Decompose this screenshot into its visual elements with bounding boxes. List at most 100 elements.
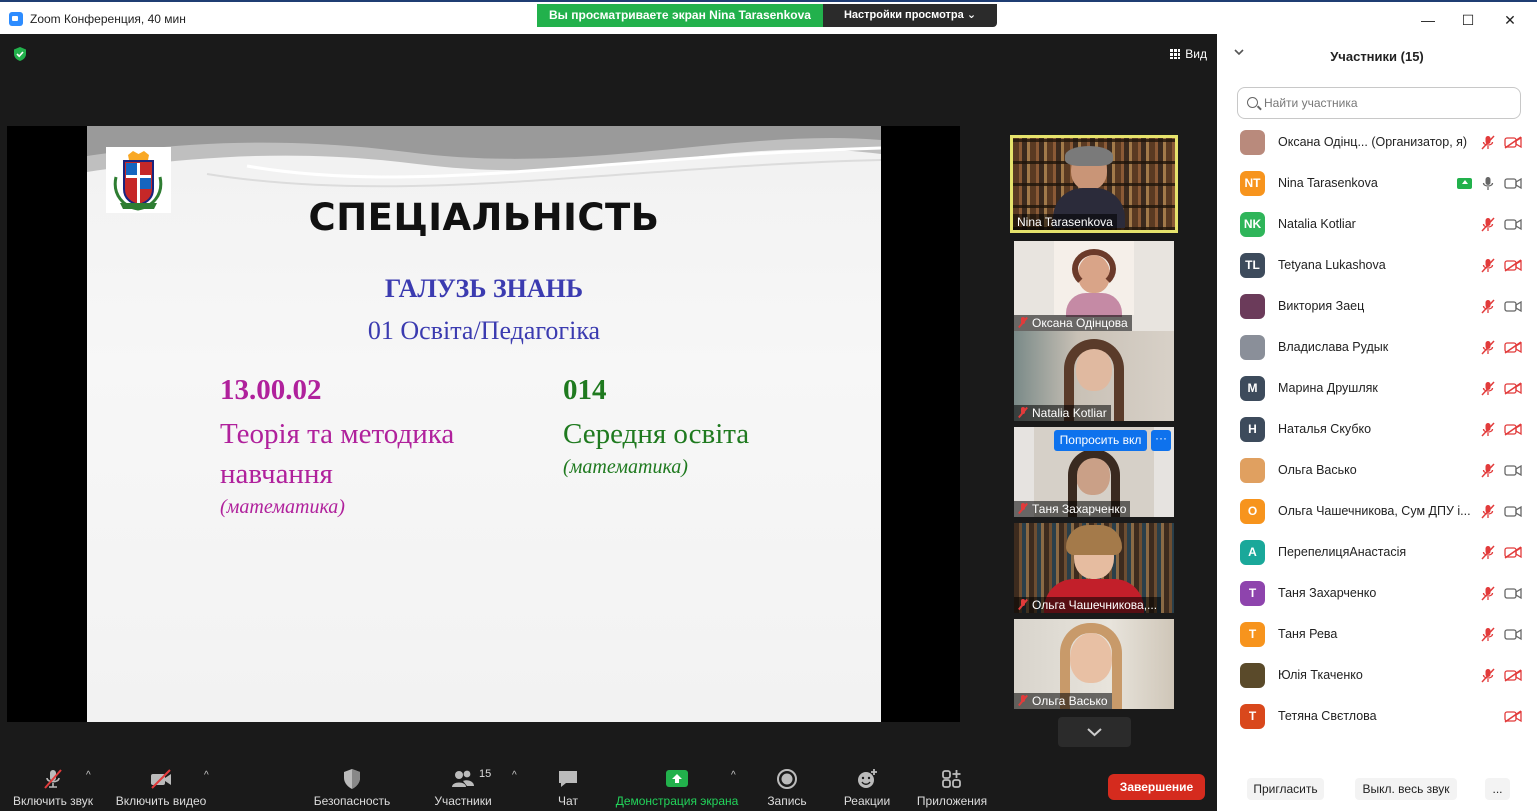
participant-row[interactable]: O Ольга Чашечникова, Сум ДПУ і... [1217, 491, 1537, 532]
encryption-shield-icon[interactable] [12, 46, 28, 62]
camera-off-icon[interactable] [1504, 546, 1522, 559]
video-options-caret-icon[interactable]: ^ [204, 770, 209, 781]
mic-muted-icon[interactable] [1481, 545, 1495, 560]
participant-row[interactable]: T Тетяна Свєтлова [1217, 696, 1537, 737]
participant-search-input[interactable] [1264, 94, 1514, 112]
reactions-button[interactable]: Реакции [836, 756, 898, 811]
zoom-app-icon [9, 12, 23, 26]
video-tile[interactable]: Оксана Одінцова [1014, 241, 1174, 331]
participant-avatar: NK [1240, 212, 1265, 237]
camera-icon[interactable] [1504, 505, 1522, 518]
participants-count: 15 [479, 768, 492, 780]
video-strip-scroll-down-button[interactable] [1058, 717, 1131, 747]
window-title: Zoom Конференция, 40 мин [30, 12, 186, 26]
view-button[interactable]: Вид [1170, 47, 1207, 61]
maximize-button[interactable]: ☐ [1458, 10, 1478, 30]
participants-options-caret-icon[interactable]: ^ [512, 770, 517, 781]
camera-off-icon[interactable] [1504, 710, 1522, 723]
video-tile[interactable]: Ольга Васько [1014, 619, 1174, 709]
record-icon [777, 769, 797, 789]
record-button[interactable]: Запись [760, 756, 814, 811]
video-tile[interactable]: Natalia Kotliar [1014, 331, 1174, 421]
participant-row[interactable]: Н Наталья Скубко [1217, 409, 1537, 450]
participant-search-box[interactable] [1237, 87, 1521, 119]
video-tile-active-speaker[interactable]: Nina Tarasenkova [1010, 135, 1178, 233]
camera-icon[interactable] [1504, 218, 1522, 231]
participant-row[interactable]: TL Tetyana Lukashova [1217, 245, 1537, 286]
invite-button[interactable]: Пригласить [1247, 778, 1324, 800]
camera-off-icon[interactable] [1504, 136, 1522, 149]
camera-off-icon[interactable] [1504, 341, 1522, 354]
participant-row[interactable]: Оксана Одінц... (Организатор, я) [1217, 122, 1537, 163]
mic-muted-icon [1018, 407, 1028, 418]
share-screen-button[interactable]: Демонстрация экрана [612, 756, 742, 811]
participant-name: Тетяна Свєтлова [1278, 709, 1377, 723]
participant-row[interactable]: Владислава Рудык [1217, 327, 1537, 368]
camera-off-icon[interactable] [1504, 669, 1522, 682]
participant-row[interactable]: T Таня Захарченко [1217, 573, 1537, 614]
security-button[interactable]: Безопасность [308, 756, 396, 811]
mic-muted-icon[interactable] [1481, 668, 1495, 683]
participant-name: Наталья Скубко [1278, 422, 1372, 436]
mic-muted-icon[interactable] [1481, 299, 1495, 314]
end-meeting-button[interactable]: Завершение [1108, 774, 1205, 800]
mic-muted-icon[interactable] [1481, 627, 1495, 642]
minimize-button[interactable]: — [1418, 10, 1438, 30]
camera-icon[interactable] [1504, 628, 1522, 641]
apps-button[interactable]: Приложения [912, 756, 992, 811]
camera-off-icon[interactable] [1504, 382, 1522, 395]
participant-row[interactable]: Ольга Васько [1217, 450, 1537, 491]
mic-muted-icon[interactable] [1481, 135, 1495, 150]
camera-icon[interactable] [1504, 464, 1522, 477]
ask-to-start-video-button[interactable]: Попросить вкл [1054, 430, 1147, 451]
video-tile-name: Оксана Одінцова [1014, 315, 1132, 331]
close-button[interactable]: ✕ [1500, 10, 1520, 30]
record-label: Запись [767, 794, 807, 808]
participant-row[interactable]: M Марина Друшляк [1217, 368, 1537, 409]
start-video-button[interactable]: Включить видео [108, 756, 214, 811]
video-tile-name-text: Таня Захарченко [1032, 502, 1127, 516]
smiley-plus-icon [858, 769, 877, 788]
chat-button[interactable]: Чат [546, 756, 590, 811]
participant-avatar [1240, 294, 1265, 319]
participant-avatar [1240, 458, 1265, 483]
person-body [1066, 293, 1122, 317]
participant-row[interactable]: Юлія Ткаченко [1217, 655, 1537, 696]
participants-label: Участники [434, 794, 492, 808]
mic-muted-icon[interactable] [1481, 217, 1495, 232]
mic-muted-icon[interactable] [1481, 504, 1495, 519]
mute-all-button[interactable]: Выкл. весь звук [1355, 778, 1457, 800]
participant-avatar: TL [1240, 253, 1265, 278]
camera-icon[interactable] [1504, 177, 1522, 190]
participant-row[interactable]: T Таня Рева [1217, 614, 1537, 655]
participant-row[interactable]: NT Nina Tarasenkova [1217, 163, 1537, 204]
mic-muted-icon[interactable] [1481, 422, 1495, 437]
unmute-button[interactable]: Включить звук [0, 756, 106, 811]
participant-row[interactable]: Виктория Заец [1217, 286, 1537, 327]
search-icon [1247, 97, 1258, 108]
tile-more-options-button[interactable]: ··· [1151, 430, 1171, 451]
slide-field-label: ГАЛУЗЬ ЗНАНЬ [384, 274, 584, 303]
grid-icon [1170, 49, 1181, 59]
participant-row[interactable]: A ПерепелицяАнастасія [1217, 532, 1537, 573]
mic-muted-icon[interactable] [1481, 381, 1495, 396]
camera-off-icon[interactable] [1504, 423, 1522, 436]
camera-icon[interactable] [1504, 587, 1522, 600]
mic-muted-icon[interactable] [1481, 463, 1495, 478]
camera-icon[interactable] [1504, 300, 1522, 313]
participant-row[interactable]: NK Natalia Kotliar [1217, 204, 1537, 245]
view-options-dropdown[interactable]: Настройки просмотра ⌄ [823, 4, 997, 27]
share-options-caret-icon[interactable]: ^ [731, 770, 736, 781]
camera-off-icon[interactable] [1504, 259, 1522, 272]
audio-options-caret-icon[interactable]: ^ [86, 770, 91, 781]
meeting-area: Вид СПЕЦІАЛЬНІСТЬ ГАЛУЗЬ ЗНАНЬ 01 Освіта… [0, 34, 1217, 811]
mic-muted-icon[interactable] [1481, 258, 1495, 273]
mic-muted-icon[interactable] [1481, 340, 1495, 355]
mic-muted-icon[interactable] [1481, 586, 1495, 601]
video-tile[interactable]: Ольга Чашечникова,... [1014, 523, 1174, 613]
mic-icon[interactable] [1481, 176, 1495, 191]
participants-button[interactable]: 15 Участники [424, 756, 502, 811]
chevron-down-icon [1087, 728, 1102, 737]
mic-muted-icon [1018, 599, 1028, 610]
more-options-button[interactable]: ... [1485, 778, 1510, 800]
